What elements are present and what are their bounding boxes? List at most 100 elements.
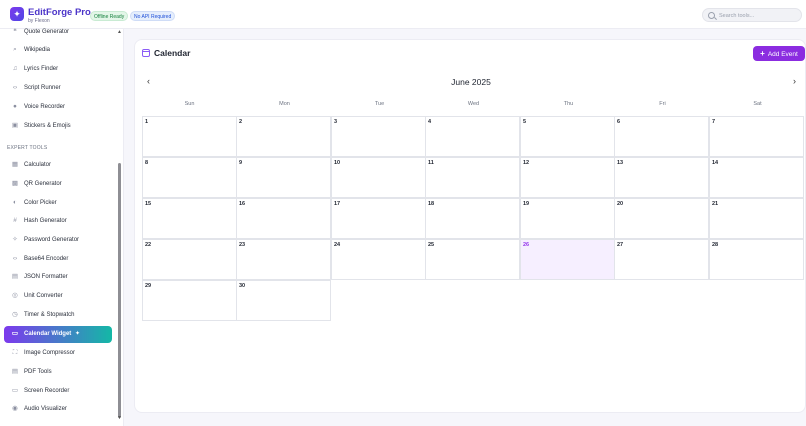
- sidebar-item-image-compressor[interactable]: ⛶ Image Compressor: [4, 346, 112, 361]
- sidebar-item-label: QR Generator: [24, 181, 62, 187]
- sidebar-item-hash-generator[interactable]: # Hash Generator: [4, 214, 112, 229]
- sidebar-item-pdf-tools[interactable]: ▤ PDF Tools: [4, 365, 112, 380]
- page-title: Calendar: [154, 48, 191, 58]
- day-number: 24: [334, 242, 341, 248]
- music-icon: ♫: [12, 65, 18, 72]
- calendar-day-cell[interactable]: 21: [709, 198, 804, 239]
- calendar-day-cell[interactable]: 7: [709, 116, 804, 157]
- calendar-panel: Calendar + Add Event ‹ June 2025 › Sun Mo…: [134, 39, 806, 413]
- search-box[interactable]: [702, 8, 802, 22]
- calendar-day-cell[interactable]: 27: [614, 239, 709, 280]
- day-number: 30: [239, 283, 246, 289]
- sidebar-item-calculator[interactable]: ▦ Calculator: [4, 158, 112, 173]
- calendar-day-cell[interactable]: 3: [331, 116, 426, 157]
- sidebar-item-qr-generator[interactable]: ▩ QR Generator: [4, 177, 112, 192]
- section-label-expert-tools: EXPERT TOOLS: [7, 145, 48, 151]
- calculator-icon: ▦: [11, 161, 19, 168]
- calendar-day-cell[interactable]: 5: [520, 116, 615, 157]
- calendar-day-cell[interactable]: 10: [331, 157, 426, 198]
- calendar-day-cell[interactable]: 25: [425, 239, 520, 280]
- sidebar-item-label: Quote Generator: [24, 29, 70, 35]
- day-number: 21: [712, 201, 719, 207]
- audio-icon: ◉: [12, 405, 18, 412]
- sidebar-item-json-formatter[interactable]: ▤ JSON Formatter: [4, 270, 112, 285]
- calendar-day-cell[interactable]: 9: [236, 157, 331, 198]
- mic-icon: ●: [13, 103, 17, 110]
- day-number: 23: [239, 242, 246, 248]
- calendar-day-cell[interactable]: 22: [142, 239, 237, 280]
- day-number: 20: [617, 201, 624, 207]
- calendar-day-cell[interactable]: 13: [614, 157, 709, 198]
- calendar-day-cell[interactable]: 11: [425, 157, 520, 198]
- day-number: 13: [617, 160, 624, 166]
- day-number: 19: [523, 201, 530, 207]
- calendar-day-cell-today[interactable]: 26: [520, 239, 615, 280]
- calendar-day-cell[interactable]: 24: [331, 239, 426, 280]
- sidebar-item-label: PDF Tools: [24, 369, 52, 375]
- calendar-day-cell[interactable]: 29: [142, 280, 237, 321]
- code-icon: ‹›: [12, 255, 18, 262]
- calendar-day-cell[interactable]: 1: [142, 116, 237, 157]
- calendar-day-cell[interactable]: 15: [142, 198, 237, 239]
- sticker-icon: ▣: [11, 122, 19, 129]
- sidebar-item-label: Color Picker: [24, 200, 57, 206]
- calendar-day-cell[interactable]: 18: [425, 198, 520, 239]
- calendar-day-cell[interactable]: 4: [425, 116, 520, 157]
- sidebar-item-stickers-emojis[interactable]: ▣ Stickers & Emojis: [4, 119, 112, 134]
- sidebar-item-lyrics-finder[interactable]: ♫ Lyrics Finder: [4, 62, 112, 77]
- sidebar-item-label: Calendar Widget: [24, 331, 72, 337]
- day-number: 25: [428, 242, 435, 248]
- sidebar-item-label: Image Compressor: [24, 350, 76, 356]
- calendar-day-cell[interactable]: 19: [520, 198, 615, 239]
- day-number: 7: [712, 119, 716, 125]
- day-number: 5: [523, 119, 527, 125]
- calendar-day-cell[interactable]: 2: [236, 116, 331, 157]
- day-number: 22: [145, 242, 152, 248]
- day-number: 18: [428, 201, 435, 207]
- add-event-button[interactable]: + Add Event: [753, 46, 805, 61]
- chevron-right-icon[interactable]: ›: [793, 76, 796, 86]
- sidebar-scrollbar[interactable]: [118, 163, 121, 418]
- weekday-header: Sat: [753, 101, 762, 107]
- sidebar-item-base64-encoder[interactable]: ‹› Base64 Encoder: [4, 252, 112, 267]
- sidebar-item-script-runner[interactable]: ‹› Script Runner: [4, 81, 112, 96]
- sidebar-item-wikipedia[interactable]: ⌕ Wikipedia: [4, 43, 112, 58]
- day-number: 11: [428, 160, 434, 166]
- sidebar-item-voice-recorder[interactable]: ● Voice Recorder: [4, 100, 112, 115]
- sidebar-item-screen-recorder[interactable]: ▭ Screen Recorder: [4, 384, 112, 399]
- sidebar-item-audio-visualizer[interactable]: ◉ Audio Visualizer: [4, 402, 112, 417]
- sidebar-item-label: Calculator: [24, 162, 52, 168]
- month-label: June 2025: [451, 77, 491, 87]
- weekday-header: Tue: [374, 101, 385, 107]
- sidebar-item-color-picker[interactable]: ◐ Color Picker: [4, 196, 112, 211]
- calendar-day-cell[interactable]: 30: [236, 280, 331, 321]
- calendar-day-cell[interactable]: 14: [709, 157, 804, 198]
- calendar-icon: [142, 49, 150, 57]
- calendar-day-cell[interactable]: 23: [236, 239, 331, 280]
- quote-icon: ❝: [13, 28, 17, 35]
- sparkle-icon[interactable]: ✦: [10, 7, 24, 21]
- calendar-day-cell[interactable]: 17: [331, 198, 426, 239]
- calendar-day-cell[interactable]: 8: [142, 157, 237, 198]
- calendar-grid: 1 2 3 4 5 6 7 8 9 10 11 12 13 14 15 16 1…: [142, 116, 804, 322]
- calendar-day-cell[interactable]: 28: [709, 239, 804, 280]
- sidebar-item-quote-generator[interactable]: ❝ Quote Generator: [4, 25, 112, 40]
- scroll-up-arrow-icon[interactable]: ▲: [117, 29, 122, 35]
- calendar-day-cell[interactable]: 6: [614, 116, 709, 157]
- day-number: 16: [239, 201, 246, 207]
- sidebar-item-calendar-widget[interactable]: ▭ Calendar Widget ✦: [4, 326, 112, 343]
- calendar-day-cell[interactable]: 12: [520, 157, 615, 198]
- sidebar-item-unit-converter[interactable]: ◎ Unit Converter: [4, 289, 112, 304]
- calendar-day-cell[interactable]: 16: [236, 198, 331, 239]
- scroll-down-arrow-icon[interactable]: ▼: [117, 415, 122, 421]
- pdf-icon: ▤: [11, 368, 19, 375]
- sidebar-item-timer-stopwatch[interactable]: ◷ Timer & Stopwatch: [4, 308, 112, 323]
- sidebar-item-label: Wikipedia: [24, 47, 51, 53]
- convert-icon: ◎: [12, 292, 18, 299]
- app-name[interactable]: EditForge Pro: [28, 7, 91, 18]
- sidebar-item-password-generator[interactable]: ✧ Password Generator: [4, 233, 112, 248]
- calendar-icon: ▭: [11, 330, 19, 337]
- sidebar-item-label: Hash Generator: [24, 218, 67, 224]
- calendar-day-cell[interactable]: 20: [614, 198, 709, 239]
- search-input[interactable]: [719, 10, 799, 21]
